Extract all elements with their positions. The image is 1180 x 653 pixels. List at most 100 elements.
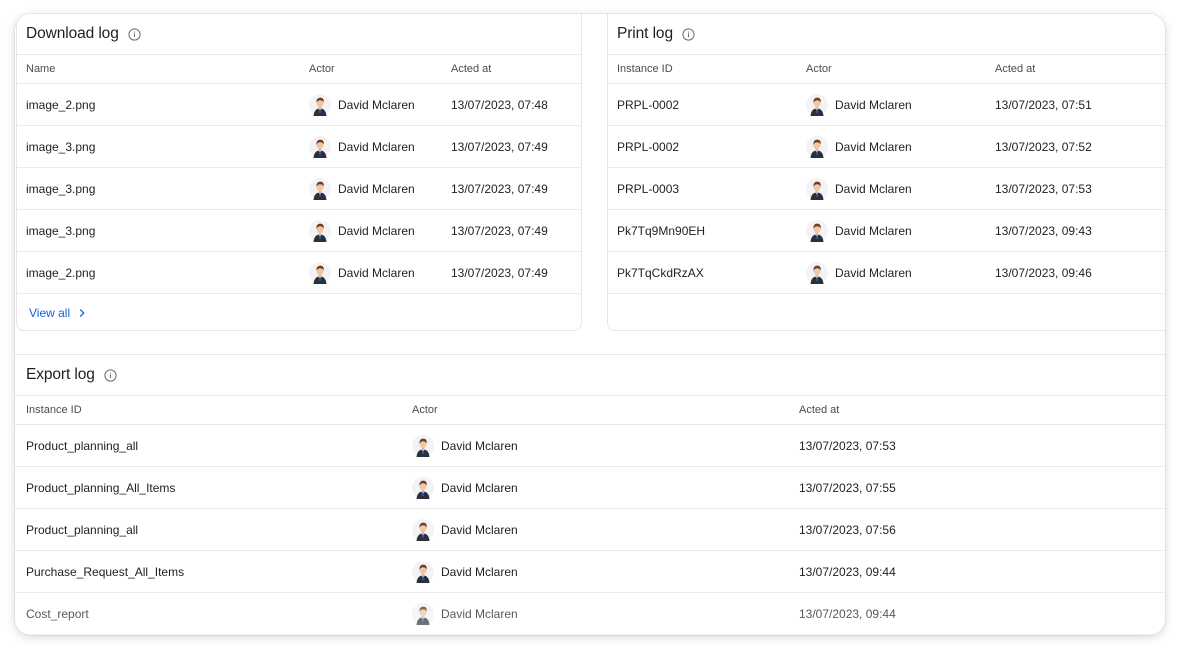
table-row[interactable]: Cost_report David Mclaren 13/07/2023, 09:4… — [15, 593, 1165, 635]
column-header-actor: Actor — [806, 63, 832, 75]
actor-cell: David Mclaren — [412, 560, 799, 583]
actor-name: David Mclaren — [835, 97, 912, 112]
actor-name: David Mclaren — [441, 438, 518, 453]
acted-at-cell: 13/07/2023, 07:52 — [995, 139, 1092, 154]
download-log-title: Download log — [26, 25, 119, 42]
table-row[interactable]: PRPL-0002 David Mclaren 13/07/2023, 07:52 — [608, 126, 1165, 168]
instance-id-cell: Pk7TqCkdRzAX — [617, 265, 704, 280]
column-header-instance-id: Instance ID — [26, 404, 82, 416]
table-row[interactable]: Product_planning_all David Mclaren 13/07/2… — [15, 509, 1165, 551]
export-log-rows: Product_planning_all David Mclaren 13/07/2… — [15, 425, 1165, 635]
actor-cell: David Mclaren — [309, 261, 451, 284]
file-name-cell: image_3.png — [26, 181, 96, 196]
acted-at-cell: 13/07/2023, 09:44 — [799, 606, 896, 621]
avatar — [412, 518, 434, 541]
print-log-table-header: Instance ID Actor Acted at — [608, 55, 1165, 84]
table-row[interactable]: PRPL-0003 David Mclaren 13/07/2023, 07:53 — [608, 168, 1165, 210]
table-row[interactable]: Product_planning_all David Mclaren 13/07/2… — [15, 425, 1165, 467]
download-log-table-header: Name Actor Acted at — [17, 55, 581, 84]
export-log-table-header: Instance ID Actor Acted at — [15, 396, 1165, 425]
instance-id-cell: Product_planning_all — [26, 522, 139, 537]
instance-id-cell: Cost_report — [26, 606, 89, 621]
table-row[interactable]: image_3.png David Mclaren 13/07/2023, 07:4… — [17, 210, 581, 252]
table-row[interactable]: image_3.png David Mclaren 13/07/2023, 07:4… — [17, 126, 581, 168]
actor-name: David Mclaren — [441, 606, 518, 621]
instance-id-cell: PRPL-0003 — [617, 181, 680, 196]
actor-name: David Mclaren — [835, 223, 912, 238]
table-row[interactable]: Pk7TqCkdRzAX David Mclaren 13/07/2023, 09:… — [608, 252, 1165, 294]
file-name-cell: image_2.png — [26, 97, 96, 112]
acted-at-cell: 13/07/2023, 07:56 — [799, 522, 896, 537]
avatar — [806, 135, 828, 158]
avatar — [309, 93, 331, 116]
actor-name: David Mclaren — [338, 223, 415, 238]
print-log-title: Print log — [617, 25, 673, 42]
avatar — [806, 219, 828, 242]
table-row[interactable]: image_2.png David Mclaren 13/07/2023, 07:4… — [17, 252, 581, 294]
print-log-card: Print log Instance ID Actor Acted at PRP… — [607, 14, 1165, 331]
column-header-actor: Actor — [309, 63, 335, 75]
export-log-card: Export log Instance ID Actor Acted at Pr… — [15, 354, 1165, 635]
actor-cell: David Mclaren — [309, 135, 451, 158]
acted-at-cell: 13/07/2023, 07:49 — [451, 139, 548, 154]
table-row[interactable]: image_3.png David Mclaren 13/07/2023, 07:4… — [17, 168, 581, 210]
info-icon[interactable] — [128, 27, 141, 41]
instance-id-cell: Product_planning_all — [26, 438, 139, 453]
actor-cell: David Mclaren — [806, 219, 995, 242]
table-row[interactable]: image_2.png David Mclaren 13/07/2023, 07:4… — [17, 84, 581, 126]
actor-name: David Mclaren — [338, 181, 415, 196]
view-all-label: View all — [29, 305, 71, 320]
download-log-header: Download log — [17, 14, 581, 55]
instance-id-cell: Purchase_Request_All_Items — [26, 564, 185, 579]
acted-at-cell: 13/07/2023, 07:48 — [451, 97, 548, 112]
export-log-header: Export log — [15, 355, 1165, 396]
actor-name: David Mclaren — [441, 480, 518, 495]
acted-at-cell: 13/07/2023, 07:51 — [995, 97, 1092, 112]
column-header-name: Name — [26, 63, 56, 75]
avatar — [412, 602, 434, 625]
actor-name: David Mclaren — [441, 564, 518, 579]
print-log-header: Print log — [608, 14, 1165, 55]
avatar — [806, 177, 828, 200]
actor-cell: David Mclaren — [412, 602, 799, 625]
table-row[interactable]: Product_planning_All_Items David Mclaren 1… — [15, 467, 1165, 509]
avatar — [412, 434, 434, 457]
download-log-rows: image_2.png David Mclaren 13/07/2023, 07:4… — [17, 84, 581, 294]
column-header-acted-at: Acted at — [995, 63, 1036, 75]
actor-name: David Mclaren — [835, 265, 912, 280]
acted-at-cell: 13/07/2023, 07:49 — [451, 265, 548, 280]
acted-at-cell: 13/07/2023, 07:49 — [451, 223, 548, 238]
column-header-actor: Actor — [412, 404, 438, 416]
column-header-instance-id: Instance ID — [617, 63, 673, 75]
log-dashboard: Download log Name Actor Acted at image_2… — [15, 14, 1165, 635]
avatar — [806, 261, 828, 284]
instance-id-cell: PRPL-0002 — [617, 139, 680, 154]
view-all-link[interactable]: View all — [17, 294, 581, 330]
actor-cell: David Mclaren — [806, 261, 995, 284]
avatar — [412, 476, 434, 499]
column-header-acted-at: Acted at — [451, 63, 492, 75]
actor-name: David Mclaren — [338, 139, 415, 154]
download-log-card: Download log Name Actor Acted at image_2… — [16, 14, 582, 331]
actor-cell: David Mclaren — [309, 93, 451, 116]
instance-id-cell: PRPL-0002 — [617, 97, 680, 112]
avatar — [309, 135, 331, 158]
file-name-cell: image_2.png — [26, 265, 96, 280]
acted-at-cell: 13/07/2023, 09:43 — [995, 223, 1092, 238]
info-icon[interactable] — [104, 368, 117, 382]
table-row[interactable]: PRPL-0002 David Mclaren 13/07/2023, 07:51 — [608, 84, 1165, 126]
avatar — [309, 177, 331, 200]
actor-cell: David Mclaren — [412, 518, 799, 541]
actor-name: David Mclaren — [835, 139, 912, 154]
instance-id-cell: Product_planning_All_Items — [26, 480, 176, 495]
actor-name: David Mclaren — [338, 97, 415, 112]
actor-cell: David Mclaren — [412, 476, 799, 499]
actor-name: David Mclaren — [835, 181, 912, 196]
print-log-rows: PRPL-0002 David Mclaren 13/07/2023, 07:51 P… — [608, 84, 1165, 294]
table-row[interactable]: Purchase_Request_All_Items David Mclaren 1… — [15, 551, 1165, 593]
info-icon[interactable] — [682, 27, 695, 41]
table-row[interactable]: Pk7Tq9Mn90EH David Mclaren 13/07/2023, 09:… — [608, 210, 1165, 252]
actor-cell: David Mclaren — [309, 177, 451, 200]
instance-id-cell: Pk7Tq9Mn90EH — [617, 223, 706, 238]
acted-at-cell: 13/07/2023, 09:44 — [799, 564, 896, 579]
